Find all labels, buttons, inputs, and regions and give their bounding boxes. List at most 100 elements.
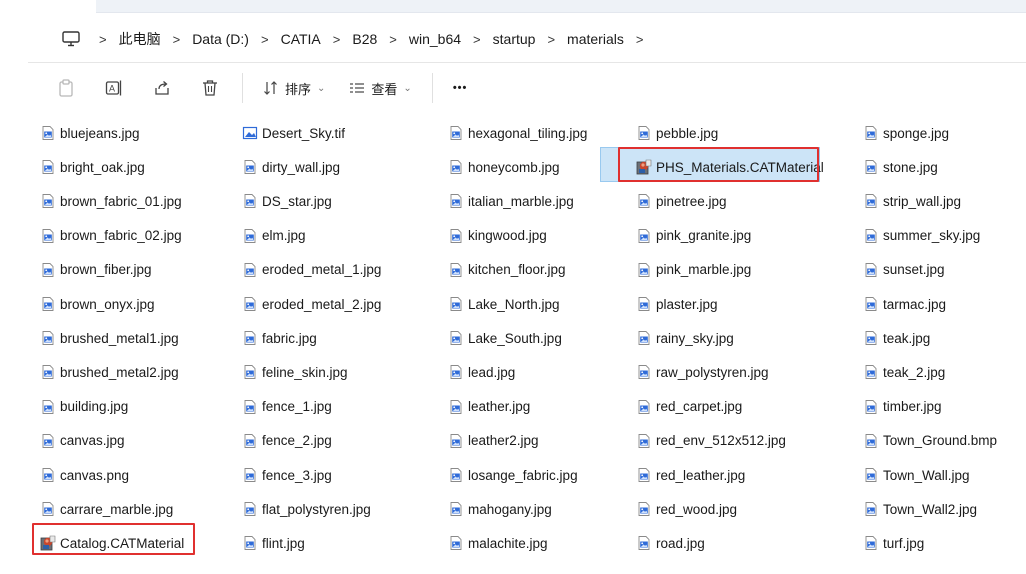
file-item[interactable]: bright_oak.jpg [40,154,145,180]
file-item[interactable]: brown_fabric_01.jpg [40,188,182,214]
file-item[interactable]: strip_wall.jpg [863,188,961,214]
file-item[interactable]: pink_marble.jpg [636,257,751,283]
file-item[interactable]: building.jpg [40,394,128,420]
file-item[interactable]: lead.jpg [448,359,515,385]
file-item[interactable]: fence_3.jpg [242,462,332,488]
file-name: eroded_metal_1.jpg [262,262,382,278]
file-item[interactable]: kitchen_floor.jpg [448,257,566,283]
breadcrumb-separator[interactable]: > [167,32,187,47]
file-item[interactable]: summer_sky.jpg [863,223,980,249]
share-button[interactable] [138,73,186,103]
file-item[interactable]: leather2.jpg [448,428,539,454]
file-item[interactable]: losange_fabric.jpg [448,462,578,488]
breadcrumb-this-pc[interactable]: 此电脑 [113,29,167,49]
file-item[interactable]: fence_1.jpg [242,394,332,420]
view-menu-button[interactable]: 查看 ⌄ [337,73,423,103]
breadcrumb-catia[interactable]: CATIA [275,31,327,47]
image-file-icon [863,193,879,209]
file-item[interactable]: teak_2.jpg [863,359,945,385]
file-item[interactable]: raw_polystyren.jpg [636,359,769,385]
image-file-icon [242,159,258,175]
address-bar[interactable]: > 此电脑 > Data (D:) > CATIA > B28 > win_b6… [48,20,1026,58]
file-item[interactable]: brown_onyx.jpg [40,291,155,317]
file-item[interactable]: eroded_metal_1.jpg [242,257,381,283]
breadcrumb-separator[interactable]: > [327,32,347,47]
breadcrumb-b28[interactable]: B28 [346,31,383,47]
more-options-button[interactable]: ••• [441,73,480,103]
file-item[interactable]: italian_marble.jpg [448,188,574,214]
file-item[interactable]: sponge.jpg [863,120,949,146]
file-item[interactable]: pink_granite.jpg [636,223,751,249]
file-item[interactable]: flat_polystyren.jpg [242,496,371,522]
file-item[interactable]: carrare_marble.jpg [40,496,173,522]
file-item[interactable]: sunset.jpg [863,257,945,283]
breadcrumb-separator[interactable]: > [93,32,113,47]
image-file-icon [863,125,879,141]
image-file-icon [636,501,652,517]
file-item[interactable]: malachite.jpg [448,530,548,556]
file-item[interactable]: leather.jpg [448,394,530,420]
breadcrumb-separator[interactable]: > [467,32,487,47]
file-item[interactable]: timber.jpg [863,394,942,420]
breadcrumb-separator[interactable]: > [255,32,275,47]
breadcrumb-separator[interactable]: > [541,32,561,47]
file-item[interactable]: mahogany.jpg [448,496,552,522]
file-item[interactable]: honeycomb.jpg [448,154,560,180]
file-item[interactable]: hexagonal_tiling.jpg [448,120,587,146]
file-item[interactable]: DS_star.jpg [242,188,332,214]
file-item[interactable]: pebble.jpg [636,120,718,146]
file-item[interactable]: Catalog.CATMaterial [40,530,184,556]
file-name: summer_sky.jpg [883,228,981,244]
file-item[interactable]: Town_Wall2.jpg [863,496,977,522]
catmaterial-file-icon [40,535,56,551]
file-item[interactable]: brown_fabric_02.jpg [40,223,182,249]
file-item[interactable]: road.jpg [636,530,705,556]
trash-icon [203,80,217,96]
paste-button[interactable] [42,73,90,103]
file-item[interactable]: feline_skin.jpg [242,359,348,385]
file-item[interactable]: flint.jpg [242,530,305,556]
file-item[interactable]: brown_fiber.jpg [40,257,152,283]
breadcrumb-win-b64[interactable]: win_b64 [403,31,467,47]
file-item[interactable]: canvas.jpg [40,428,125,454]
file-item[interactable]: kingwood.jpg [448,223,547,249]
breadcrumb-data-d[interactable]: Data (D:) [186,31,255,47]
this-pc-icon[interactable] [61,30,83,48]
file-item[interactable]: bluejeans.jpg [40,120,140,146]
file-item[interactable]: tarmac.jpg [863,291,946,317]
file-item[interactable]: teak.jpg [863,325,930,351]
rename-button[interactable]: A [90,73,138,103]
file-name: mahogany.jpg [468,501,552,517]
file-item[interactable]: brushed_metal1.jpg [40,325,179,351]
breadcrumb-separator[interactable]: > [383,32,403,47]
file-item[interactable]: Desert_Sky.tif [242,120,345,146]
file-item[interactable]: fence_2.jpg [242,428,332,454]
file-item[interactable]: red_wood.jpg [636,496,737,522]
file-name: sunset.jpg [883,262,945,278]
file-item[interactable]: eroded_metal_2.jpg [242,291,381,317]
file-item[interactable]: red_leather.jpg [636,462,745,488]
file-item[interactable]: red_carpet.jpg [636,394,742,420]
sort-menu-button[interactable]: 排序 ⌄ [251,73,337,103]
file-item[interactable]: plaster.jpg [636,291,718,317]
file-item[interactable]: dirty_wall.jpg [242,154,340,180]
file-item[interactable]: turf.jpg [863,530,924,556]
file-item[interactable]: fabric.jpg [242,325,317,351]
file-item[interactable]: PHS_Materials.CATMaterial [636,154,824,180]
file-item[interactable]: pinetree.jpg [636,188,727,214]
breadcrumb-startup[interactable]: startup [487,31,542,47]
file-item[interactable]: elm.jpg [242,223,306,249]
file-item[interactable]: rainy_sky.jpg [636,325,734,351]
file-item[interactable]: stone.jpg [863,154,938,180]
file-item[interactable]: Lake_North.jpg [448,291,560,317]
file-item[interactable]: Lake_South.jpg [448,325,562,351]
image-file-icon [40,501,56,517]
file-item[interactable]: Town_Wall.jpg [863,462,970,488]
file-item[interactable]: canvas.png [40,462,129,488]
breadcrumb-separator[interactable]: > [630,32,650,47]
file-item[interactable]: Town_Ground.bmp [863,428,997,454]
breadcrumb-materials[interactable]: materials [561,31,630,47]
delete-button[interactable] [186,73,234,103]
file-item[interactable]: brushed_metal2.jpg [40,359,179,385]
file-item[interactable]: red_env_512x512.jpg [636,428,786,454]
